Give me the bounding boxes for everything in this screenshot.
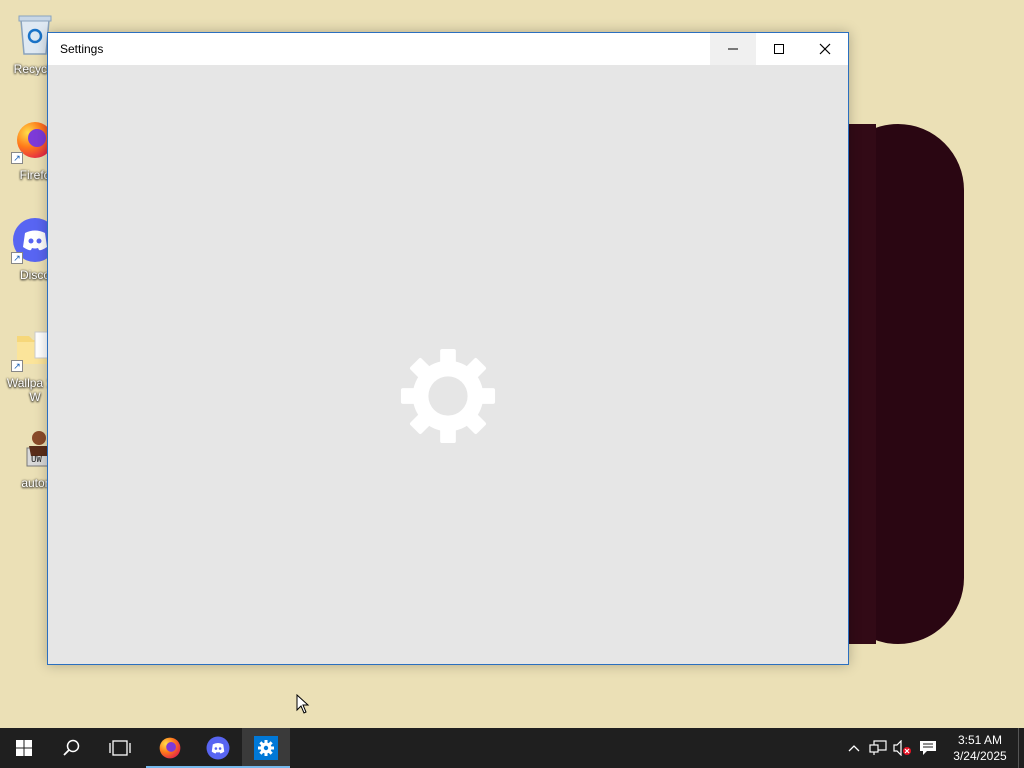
system-tray: 3:51 AM 3/24/2025: [842, 728, 1024, 768]
mouse-cursor-icon: [296, 694, 310, 714]
clock[interactable]: 3:51 AM 3/24/2025: [942, 728, 1018, 768]
volume-button[interactable]: [890, 728, 914, 768]
window-title: Settings: [60, 42, 104, 56]
gear-icon: [254, 736, 278, 760]
taskbar-settings-button[interactable]: [242, 728, 290, 768]
wallpaper-shape-shade: [846, 124, 876, 644]
search-button[interactable]: [48, 728, 96, 768]
discord-icon: [206, 736, 230, 760]
shortcut-arrow-icon: ↗: [11, 360, 23, 372]
minimize-button[interactable]: [710, 33, 756, 65]
chevron-up-icon: [848, 745, 860, 752]
svg-text:UW: UW: [31, 455, 42, 465]
clock-time: 3:51 AM: [957, 733, 1003, 747]
network-button[interactable]: [866, 728, 890, 768]
shortcut-arrow-icon: ↗: [11, 252, 23, 264]
task-view-icon: [109, 740, 131, 756]
taskbar-discord-button[interactable]: [194, 728, 242, 768]
maximize-button[interactable]: [756, 33, 802, 65]
task-view-button[interactable]: [96, 728, 144, 768]
shortcut-arrow-icon: ↗: [11, 152, 23, 164]
notification-icon: [920, 741, 936, 755]
maximize-icon: [774, 44, 784, 54]
gear-icon: [400, 348, 496, 444]
taskbar-firefox-button[interactable]: [146, 728, 194, 768]
volume-muted-icon: [893, 740, 911, 756]
start-button[interactable]: [0, 728, 48, 768]
firefox-icon: [159, 737, 181, 759]
minimize-icon: [728, 48, 738, 50]
network-icon: [869, 740, 887, 755]
windows-logo-icon: [16, 740, 32, 756]
show-desktop-button[interactable]: [1018, 728, 1024, 768]
window-titlebar[interactable]: Settings: [48, 33, 848, 65]
action-center-button[interactable]: [914, 728, 942, 768]
close-icon: [819, 43, 831, 55]
show-hidden-icons-button[interactable]: [842, 728, 866, 768]
taskbar: 3:51 AM 3/24/2025: [0, 728, 1024, 768]
settings-window[interactable]: Settings: [47, 32, 849, 665]
settings-splash: [48, 65, 848, 664]
close-button[interactable]: [802, 33, 848, 65]
clock-date: 3/24/2025: [953, 749, 1007, 763]
search-icon: [63, 739, 80, 756]
